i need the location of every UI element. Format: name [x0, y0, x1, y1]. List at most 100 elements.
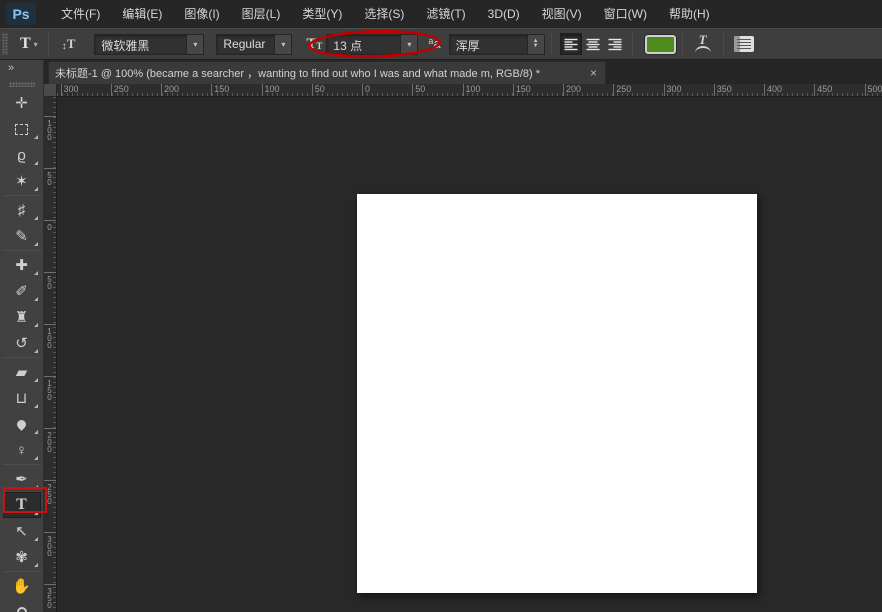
menu-item-3[interactable]: 图层(L) [231, 0, 292, 28]
workspace: » ✛ ϱ✶ ♯ ✎ ✚ ✐ ♜ ↺ ▰⊔ ♀ ✒ T↖✾ ✋ 未标题-1 @ 100% (became… [0, 60, 882, 612]
ruler-label: 50 [315, 84, 325, 94]
separator [48, 33, 49, 55]
document-tab-bar: 未标题-1 @ 100% (became a searcher ，wanting… [44, 60, 882, 84]
chevron-down-icon[interactable]: ▾ [400, 35, 417, 54]
ruler-tick [44, 376, 57, 377]
document-tab[interactable]: 未标题-1 @ 100% (became a searcher ，wanting… [48, 61, 606, 84]
toolbar-collapse-button[interactable]: » [0, 60, 43, 80]
quick-selection-tool[interactable]: ✶ [3, 168, 41, 194]
font-size-select[interactable]: 13 点 ▾ [326, 34, 418, 55]
warp-text-button[interactable]: T [691, 32, 717, 56]
paint-bucket-tool[interactable]: ⊔ [3, 385, 41, 411]
ruler-tick [664, 84, 665, 97]
ruler-label: 300 [667, 84, 682, 94]
align-center-button[interactable] [582, 33, 604, 55]
ruler-tick [44, 584, 57, 585]
history-brush-tool[interactable]: ↺ [3, 330, 41, 356]
ruler-tick [412, 84, 413, 97]
eyedropper-tool[interactable]: ✎ [3, 223, 41, 249]
horizontal-type-tool[interactable]: T [3, 492, 41, 518]
menu-item-0[interactable]: 文件(F) [50, 0, 111, 28]
horizontal-ruler[interactable]: 3002502001501005005010015020025030035040… [57, 84, 882, 97]
menu-item-1[interactable]: 编辑(E) [111, 0, 173, 28]
move-tool[interactable]: ✛ [3, 90, 41, 116]
pen-tool[interactable]: ✒ [3, 466, 41, 492]
path-selection-tool[interactable]: ↖ [3, 518, 41, 544]
anti-alias-select[interactable]: 浑厚 ▲ ▼ [449, 34, 545, 55]
chevron-down-icon[interactable]: ▾ [274, 35, 291, 54]
menu-item-2[interactable]: 图像(I) [173, 0, 230, 28]
ruler-tick [463, 84, 464, 97]
clone-stamp-tool[interactable]: ♜ [3, 304, 41, 330]
align-right-button[interactable] [604, 33, 626, 55]
menu-item-7[interactable]: 3D(D) [477, 0, 531, 28]
ruler-tick [44, 480, 57, 481]
tool-preset-button[interactable]: T ▾ [16, 33, 42, 55]
ruler-label: 350 [717, 84, 732, 94]
type-tool-options-bar: T ▾ ↕ T 微软雅黑 ▾ Regular ▾ T T 13 点 ▾ a a … [0, 28, 882, 60]
ruler-tick [44, 168, 57, 169]
anti-alias-icon: a a [428, 36, 440, 52]
custom-shape-tool[interactable]: ✾ [3, 544, 41, 570]
dodge-tool[interactable]: ♀ [3, 437, 41, 463]
chevron-down-icon[interactable]: ▾ [186, 35, 203, 54]
lasso-tool[interactable]: ϱ [3, 142, 41, 168]
ruler-label: 350 [45, 587, 54, 608]
ruler-label: 50 [415, 84, 425, 94]
eraser-tool[interactable]: ▰ [3, 359, 41, 385]
document-tab-title: 未标题-1 @ 100% (became a searcher ，wanting… [55, 65, 584, 81]
menu-item-10[interactable]: 帮助(H) [658, 0, 721, 28]
ruler-label: 50 [45, 275, 54, 289]
ruler-label: 200 [45, 431, 54, 452]
ruler-tick [44, 272, 57, 273]
ruler-label: 450 [817, 84, 832, 94]
spinner-arrows-icon[interactable]: ▲ ▼ [527, 35, 544, 54]
options-bar-grip[interactable] [2, 33, 8, 55]
type-tool-icon: T [20, 35, 31, 53]
font-family-select[interactable]: 微软雅黑 ▾ [94, 34, 204, 55]
clone-stamp-icon: ♜ [15, 308, 28, 326]
separator [723, 33, 724, 55]
tools-panel-grip[interactable] [9, 82, 35, 87]
eyedropper-icon: ✎ [15, 227, 28, 245]
blur-tool[interactable] [3, 411, 41, 437]
menu-item-8[interactable]: 视图(V) [531, 0, 593, 28]
font-style-select[interactable]: Regular ▾ [216, 34, 292, 55]
orientation-letter-icon: T [67, 36, 76, 52]
spot-healing-brush-tool[interactable]: ✚ [3, 252, 41, 278]
pasteboard [57, 97, 882, 612]
spot-healing-brush-icon: ✚ [15, 256, 28, 274]
menu-item-5[interactable]: 选择(S) [353, 0, 415, 28]
ruler-label: 100 [265, 84, 280, 94]
menu-item-9[interactable]: 窗口(W) [593, 0, 658, 28]
rectangular-marquee-icon [15, 124, 28, 135]
brush-tool[interactable]: ✐ [3, 278, 41, 304]
vertical-ruler[interactable]: 10050050100150200250300350 [44, 97, 57, 612]
text-color-swatch[interactable] [645, 35, 676, 54]
zoom-tool[interactable] [3, 599, 41, 612]
hand-tool[interactable]: ✋ [3, 573, 41, 599]
separator [632, 33, 633, 55]
ruler-tick [814, 84, 815, 97]
ruler-label: 150 [214, 84, 229, 94]
ruler-tick [764, 84, 765, 97]
ruler-label: 0 [45, 223, 54, 230]
crop-tool[interactable]: ♯ [3, 197, 41, 223]
ruler-label: 0 [365, 84, 370, 94]
toggle-character-panel-button[interactable] [734, 36, 754, 52]
ruler-tick [44, 324, 57, 325]
ruler-corner[interactable] [44, 84, 57, 97]
canvas[interactable] [357, 194, 757, 593]
text-orientation-toggle-button[interactable]: ↕ T [57, 34, 81, 54]
anti-alias-value: 浑厚 [450, 35, 527, 54]
menu-item-4[interactable]: 类型(Y) [291, 0, 353, 28]
ruler-label: 300 [64, 84, 79, 94]
tab-close-icon[interactable]: × [588, 66, 599, 80]
pen-icon: ✒ [15, 470, 28, 488]
align-left-button[interactable] [560, 33, 582, 55]
menu-item-6[interactable]: 滤镜(T) [415, 0, 476, 28]
rectangular-marquee-tool[interactable] [3, 116, 41, 142]
ruler-label: 250 [114, 84, 129, 94]
ruler-label: 200 [164, 84, 179, 94]
zoom-icon [17, 607, 27, 612]
